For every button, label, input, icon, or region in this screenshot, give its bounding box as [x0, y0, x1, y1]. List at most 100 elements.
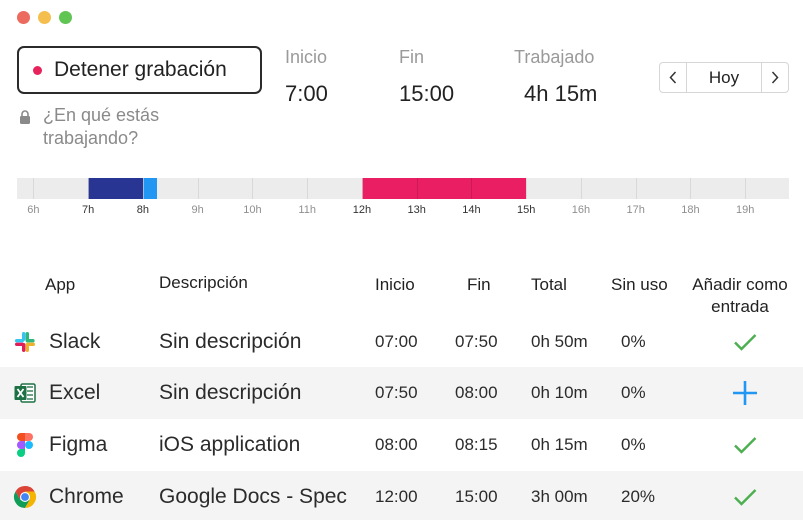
- check-icon: [734, 437, 757, 454]
- close-window-button[interactable]: [17, 11, 30, 24]
- row-end-time: 15:00: [455, 487, 498, 506]
- check-icon: [734, 489, 757, 506]
- row-start-time: 07:00: [375, 332, 418, 351]
- worked-time-label: Trabajado: [514, 47, 595, 67]
- timeline-hour-tick: [197, 178, 199, 199]
- row-total-time: 0h 15m: [531, 435, 588, 454]
- timeline-hour-label: 9h: [191, 204, 204, 216]
- timeline-hour-tick: [471, 178, 473, 199]
- timeline-hour-label: 6h: [27, 204, 40, 216]
- activity-timeline[interactable]: [17, 178, 789, 199]
- check-icon: [734, 334, 757, 351]
- lock-icon: [20, 110, 30, 124]
- row-start-time: 07:50: [375, 383, 418, 402]
- start-time-label: Inicio: [285, 47, 328, 67]
- table-row[interactable]: Chrome Google Docs - Spec 12:00 15:00 3h…: [0, 471, 803, 520]
- stop-recording-label: Detener grabación: [54, 58, 227, 81]
- timeline-hour-tick: [307, 178, 309, 199]
- row-end-time: 08:15: [455, 435, 498, 454]
- add-entry-button[interactable]: [731, 367, 759, 419]
- stop-recording-button[interactable]: Detener grabación: [17, 46, 262, 94]
- row-end-time: 08:00: [455, 383, 498, 402]
- excel-icon: [12, 367, 38, 419]
- row-idle-percent: 0%: [621, 332, 646, 351]
- next-day-button[interactable]: [761, 63, 788, 92]
- window-controls: [17, 11, 72, 24]
- column-header-app: App: [45, 275, 76, 294]
- app-name: Excel: [49, 381, 101, 404]
- column-header-start: Inicio: [375, 275, 415, 294]
- row-total-time: 3h 00m: [531, 487, 588, 506]
- timeline-hour-tick: [580, 178, 582, 199]
- recording-indicator-icon: [33, 65, 42, 75]
- timeline-hour-tick: [33, 178, 35, 199]
- row-start-time: 12:00: [375, 487, 418, 506]
- timeline-hour-label: 16h: [571, 204, 591, 216]
- chevron-left-icon: [669, 71, 677, 84]
- timeline-activity-segment[interactable]: [142, 178, 157, 199]
- app-name: Figma: [49, 433, 108, 456]
- timeline-activity-segment[interactable]: [361, 178, 527, 199]
- column-header-add-entry: Añadir como entrada: [692, 275, 788, 316]
- timeline-hour-label: 11h: [298, 204, 316, 216]
- timeline-hour-label: 13h: [407, 204, 426, 216]
- activity-description: iOS application: [159, 433, 301, 456]
- figma-icon: [12, 419, 38, 471]
- table-row[interactable]: Excel Sin descripción 07:50 08:00 0h 10m…: [0, 367, 803, 419]
- row-idle-percent: 0%: [621, 383, 646, 402]
- activity-description: Sin descripción: [159, 381, 302, 404]
- added-check-button[interactable]: [731, 419, 759, 471]
- column-header-end: Fin: [467, 275, 491, 294]
- end-time-value: 15:00: [399, 81, 455, 106]
- timeline-hour-tick: [690, 178, 692, 199]
- timeline-hour-tick: [745, 178, 747, 199]
- timeline-hour-label: 14h: [462, 204, 481, 216]
- task-description-input[interactable]: ¿En qué estás trabajando?: [43, 104, 243, 150]
- timeline-hour-tick: [252, 178, 254, 199]
- row-total-time: 0h 50m: [531, 332, 588, 351]
- timeline-hour-label: 17h: [626, 204, 645, 216]
- timeline-hour-tick: [142, 178, 144, 199]
- column-header-total: Total: [531, 275, 567, 294]
- day-navigator: Hoy: [659, 62, 789, 93]
- added-check-button[interactable]: [731, 471, 759, 520]
- app-name: Chrome: [49, 485, 124, 508]
- timeline-hour-tick: [526, 178, 528, 199]
- activity-description: Google Docs - Spec: [159, 485, 347, 508]
- worked-time-value: 4h 15m: [524, 81, 598, 106]
- slack-icon: [12, 316, 38, 368]
- column-header-description: Descripción: [159, 273, 248, 292]
- timeline-hour-tick: [635, 178, 637, 199]
- app-name: Slack: [49, 330, 101, 353]
- timeline-hour-label: 18h: [681, 204, 700, 216]
- timeline-hour-label: 19h: [736, 204, 755, 216]
- row-end-time: 07:50: [455, 332, 498, 351]
- start-time-value: 7:00: [285, 81, 328, 106]
- row-idle-percent: 20%: [621, 487, 656, 506]
- plus-icon: [733, 381, 757, 405]
- timeline-hour-label: 8h: [136, 204, 150, 216]
- end-time-label: Fin: [399, 47, 425, 67]
- current-day-button[interactable]: Hoy: [687, 63, 761, 92]
- timeline-hour-label: 10h: [243, 204, 262, 216]
- chevron-right-icon: [771, 71, 779, 84]
- row-start-time: 08:00: [375, 435, 418, 454]
- table-row[interactable]: Figma iOS application 08:00 08:15 0h 15m…: [0, 419, 803, 471]
- timeline-hour-tick: [416, 178, 418, 199]
- row-idle-percent: 0%: [621, 435, 646, 454]
- added-check-button[interactable]: [731, 316, 759, 368]
- chrome-icon: [12, 471, 38, 520]
- timeline-hour-tick: [361, 178, 363, 199]
- row-total-time: 0h 10m: [531, 383, 588, 402]
- previous-day-button[interactable]: [660, 63, 687, 92]
- timeline-hour-tick: [88, 178, 90, 199]
- maximize-window-button[interactable]: [59, 11, 72, 24]
- timeline-hour-label: 15h: [517, 204, 536, 216]
- timeline-hour-label: 12h: [352, 204, 372, 216]
- minimize-window-button[interactable]: [38, 11, 51, 24]
- timeline-hour-label: 7h: [82, 204, 95, 216]
- activity-description: Sin descripción: [159, 330, 302, 353]
- column-header-idle: Sin uso: [611, 275, 668, 294]
- table-row[interactable]: Slack Sin descripción 07:00 07:50 0h 50m…: [0, 316, 803, 368]
- timeline-activity-segment[interactable]: [88, 178, 143, 199]
